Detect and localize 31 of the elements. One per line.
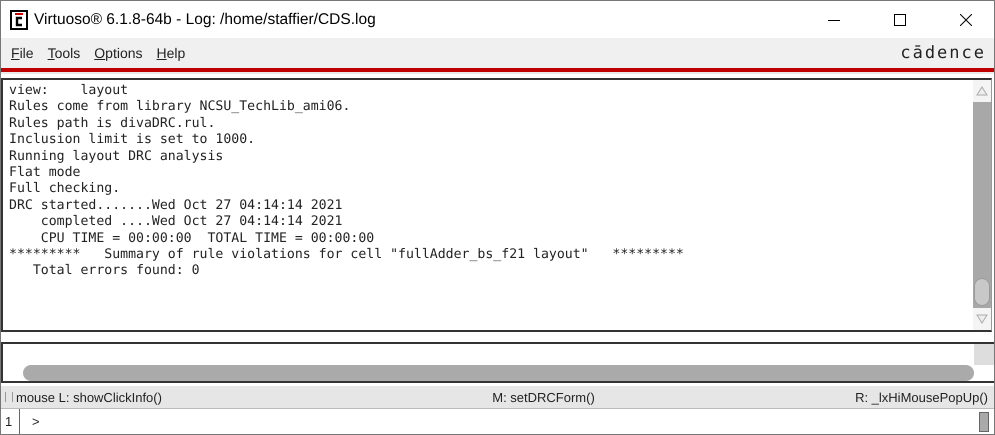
menu-item[interactable]: Tools xyxy=(48,45,80,61)
app-icon xyxy=(10,10,28,30)
menu-item[interactable]: Help xyxy=(156,45,186,61)
log-line: DRC started.......Wed Oct 27 04:14:14 2021 xyxy=(9,198,342,214)
status-text: mouse L: showClickInfo() xyxy=(16,390,162,404)
cadence-logo: cādence xyxy=(900,43,986,63)
log-line: Rules path is divaDRC.rul. xyxy=(9,116,216,132)
prompt-number: 1 xyxy=(1,409,20,434)
scroll-handle[interactable] xyxy=(979,412,989,432)
log-line: Flat mode xyxy=(9,165,80,182)
log-line: view: layout xyxy=(9,83,128,100)
log-line: Total errors found: 0 xyxy=(32,263,200,280)
log-line: CPU TIME = 00:00:00 TOTAL TIME = 00:00:00 xyxy=(40,230,374,248)
command-field[interactable]: > xyxy=(32,414,40,429)
log-line: Full checking. xyxy=(9,181,120,198)
log-line: ********* Summary of rule violations for cell "fullAdder_bs_f21 layout" ********* xyxy=(9,247,684,264)
menu-item[interactable]: Options xyxy=(94,45,143,61)
log-line: Rules come from library NCSU_TechLib_ami06. xyxy=(9,99,350,116)
scroll-thumb[interactable] xyxy=(974,278,990,306)
maximize-icon[interactable] xyxy=(894,14,906,26)
log-line: completed ....Wed Oct 27 04:14:14 2021 xyxy=(40,214,342,231)
scroll-down-icon[interactable] xyxy=(976,314,988,324)
window-title: Virtuoso® 6.1.8-64b - Log: /home/staffier/CDS.log xyxy=(34,10,376,28)
log-line: Running layout DRC analysis xyxy=(9,148,224,166)
status-text: R: _lxHiMousePopUp() xyxy=(855,390,988,404)
log-line: Inclusion limit is set to 1000. xyxy=(9,132,256,149)
close-icon[interactable] xyxy=(960,14,972,26)
scroll-up-icon[interactable] xyxy=(976,86,988,96)
menu-item[interactable]: File xyxy=(11,45,34,61)
status-text: M: setDRCForm() xyxy=(491,390,595,404)
vertical-scrollbar[interactable] xyxy=(973,80,991,330)
